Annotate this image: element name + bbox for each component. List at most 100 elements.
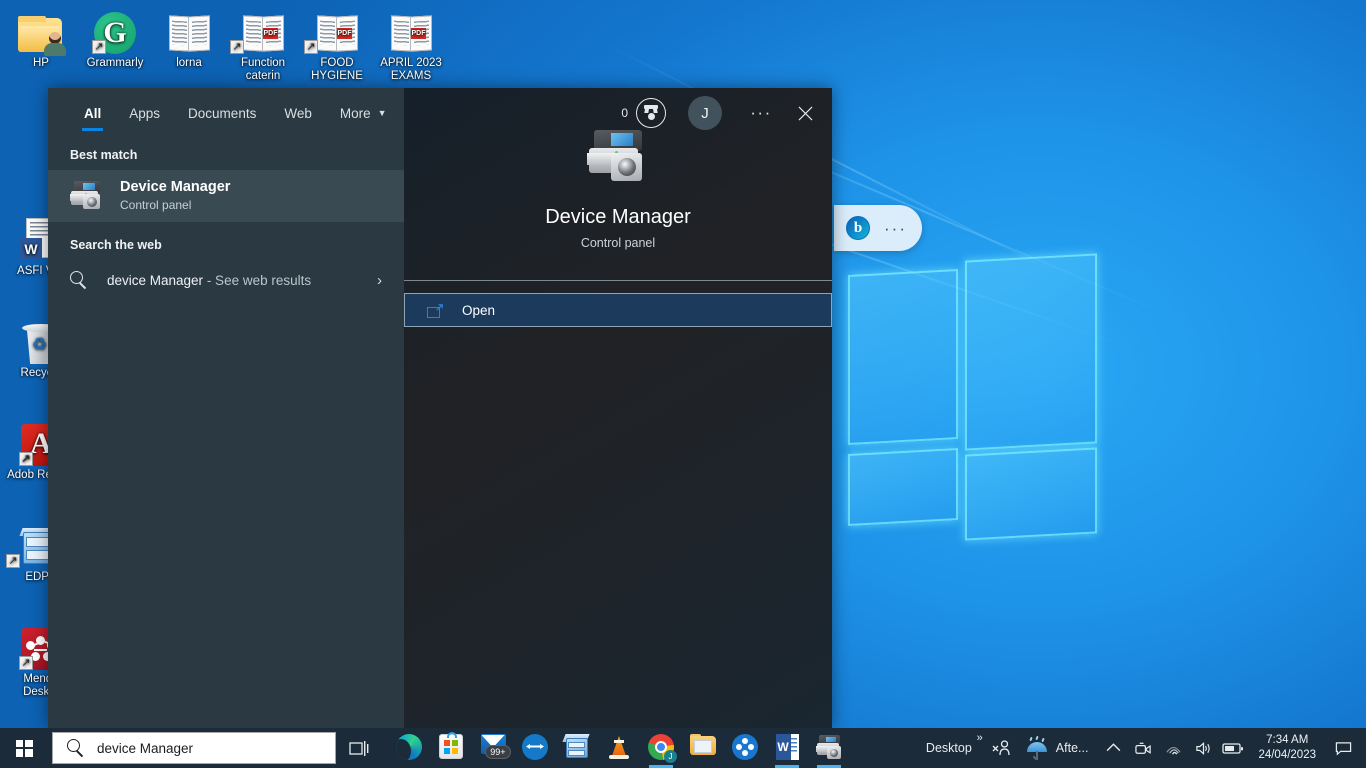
chevrons-icon: » xyxy=(976,732,983,744)
search-preview-pane: Device Manager Control panel Open xyxy=(404,88,832,728)
tab-web[interactable]: Web xyxy=(270,88,326,138)
rewards-medal-icon[interactable] xyxy=(636,98,666,128)
arrow-up-right-glyph xyxy=(436,303,443,311)
tab-all[interactable]: All xyxy=(70,88,115,138)
network-button[interactable] xyxy=(1158,728,1188,768)
umbrella-rain-icon xyxy=(1026,735,1048,760)
taskbar-app-file-explorer[interactable] xyxy=(682,728,724,768)
close-button[interactable] xyxy=(782,88,828,138)
system-tray: Desktop » Afte... 7:34 AM 24/04/2023 xyxy=(920,728,1366,768)
task-view-icon xyxy=(349,740,369,756)
mail-icon: 99+ xyxy=(480,734,511,759)
web-result-suffix: - See web results xyxy=(203,273,312,288)
taskbar-app-word[interactable]: W xyxy=(766,728,808,768)
wifi-icon xyxy=(1166,746,1181,755)
cabinet-icon xyxy=(562,734,590,760)
people-icon xyxy=(992,739,1010,755)
chevron-right-icon[interactable]: › xyxy=(377,272,382,289)
device-manager-icon xyxy=(816,734,842,760)
microsoft-rewards[interactable]: 0 xyxy=(621,98,666,128)
desktop[interactable]: HP G ↗ Grammarly lorna PDF ↗ Function ca… xyxy=(0,0,1366,768)
bing-logo-icon[interactable]: b xyxy=(846,216,870,240)
meet-now-button[interactable] xyxy=(1128,728,1158,768)
chevron-up-icon xyxy=(1106,742,1121,751)
web-result-query: device Manager xyxy=(107,273,204,288)
rewards-count: 0 xyxy=(621,106,628,120)
bing-more-icon[interactable]: ··· xyxy=(884,220,907,237)
open-in-new-window-icon xyxy=(427,303,444,318)
weather-widget[interactable]: Afte... xyxy=(1022,728,1099,768)
taskbar[interactable]: device Manager 99+ J W Desktop » Afte...… xyxy=(0,728,1366,768)
best-match-result-device-manager[interactable]: Device Manager Control panel xyxy=(48,170,404,222)
clock[interactable]: 7:34 AM 24/04/2023 xyxy=(1248,733,1326,763)
store-icon xyxy=(439,732,463,759)
taskbar-app-teamviewer[interactable] xyxy=(514,728,556,768)
desktop-icon-food-hygiene[interactable]: PDF ↗ FOOD HYGIENE xyxy=(300,8,374,83)
camera-icon xyxy=(1135,742,1151,754)
notifications-button[interactable] xyxy=(1326,740,1360,757)
volume-button[interactable] xyxy=(1188,728,1218,768)
tab-more[interactable]: More ▼ xyxy=(326,88,401,138)
close-icon xyxy=(798,106,812,120)
more-options-button[interactable]: ··· xyxy=(740,88,782,138)
search-flyout[interactable]: All Apps Documents Web More ▼ Best match… xyxy=(48,88,832,728)
start-button[interactable] xyxy=(0,728,48,768)
people-button[interactable] xyxy=(982,728,1022,768)
documents-pdf-folder-icon: PDF ↗ xyxy=(300,8,374,54)
show-hidden-icons-button[interactable] xyxy=(1098,728,1128,768)
search-header: All Apps Documents Web More ▼ xyxy=(48,88,404,138)
desktop-icon-label: Function caterin xyxy=(240,57,286,82)
desktop-peek-label[interactable]: Desktop » xyxy=(920,728,983,768)
battery-button[interactable] xyxy=(1218,728,1248,768)
taskbar-app-vlc[interactable] xyxy=(598,728,640,768)
user-folder-icon xyxy=(4,8,78,56)
tab-label: Apps xyxy=(129,105,161,121)
desktop-label: Desktop xyxy=(925,741,972,755)
taskbar-app-mail[interactable]: 99+ xyxy=(472,728,514,768)
task-view-button[interactable] xyxy=(336,728,382,768)
taskbar-app-edps[interactable] xyxy=(556,728,598,768)
desktop-icon-label: HP xyxy=(33,57,49,69)
preview-subtitle: Control panel xyxy=(580,236,656,250)
clock-date: 24/04/2023 xyxy=(1258,749,1316,761)
mail-unread-badge: 99+ xyxy=(485,745,511,759)
desktop-icon-april-2023-exams[interactable]: PDF APRIL 2023 EXAMS xyxy=(374,8,448,83)
weather-label: Afte... xyxy=(1055,741,1089,755)
desktop-icon-label: FOOD HYGIENE xyxy=(311,57,363,82)
documents-folder-icon xyxy=(152,8,226,54)
tab-label: More xyxy=(339,105,371,121)
taskbar-app-device-manager[interactable] xyxy=(808,728,850,768)
desktop-icon-grammarly[interactable]: G ↗ Grammarly xyxy=(78,8,152,70)
open-button[interactable]: Open xyxy=(404,293,832,327)
ellipsis-icon: ··· xyxy=(750,103,772,122)
chevron-down-icon: ▼ xyxy=(377,108,387,118)
web-search-result[interactable]: device Manager - See web results › xyxy=(48,260,404,301)
taskbar-search-value: device Manager xyxy=(97,740,194,756)
battery-icon xyxy=(1222,743,1244,754)
taskbar-app-chrome[interactable]: J xyxy=(640,728,682,768)
edge-icon xyxy=(396,734,422,760)
tab-documents[interactable]: Documents xyxy=(174,88,270,138)
taskbar-app-microsoft-store[interactable] xyxy=(430,728,472,768)
result-subtitle: Control panel xyxy=(120,198,192,212)
bing-chat-widget[interactable]: b ··· xyxy=(834,205,922,251)
documents-pdf-folder-icon: PDF ↗ xyxy=(226,8,300,54)
search-header-actions: 0 J ··· xyxy=(404,88,832,138)
search-the-web-header: Search the web xyxy=(70,238,162,252)
blue-dots-icon xyxy=(732,734,758,760)
notification-icon xyxy=(1335,741,1351,756)
open-label: Open xyxy=(462,302,496,318)
taskbar-search-input[interactable]: device Manager xyxy=(52,732,336,764)
tab-apps[interactable]: Apps xyxy=(115,88,174,138)
avatar[interactable]: J xyxy=(688,96,722,130)
desktop-icon-lorna[interactable]: lorna xyxy=(152,8,226,70)
taskbar-app-edge[interactable] xyxy=(388,728,430,768)
desktop-icon-hp[interactable]: HP xyxy=(4,8,78,70)
file-explorer-icon xyxy=(690,734,716,755)
taskbar-app-blue[interactable] xyxy=(724,728,766,768)
preview-title: Device Manager xyxy=(545,206,691,228)
word-icon: W xyxy=(775,734,799,760)
tab-label: All xyxy=(84,105,102,121)
search-icon xyxy=(70,271,89,290)
desktop-icon-function-catering[interactable]: PDF ↗ Function caterin xyxy=(226,8,300,83)
